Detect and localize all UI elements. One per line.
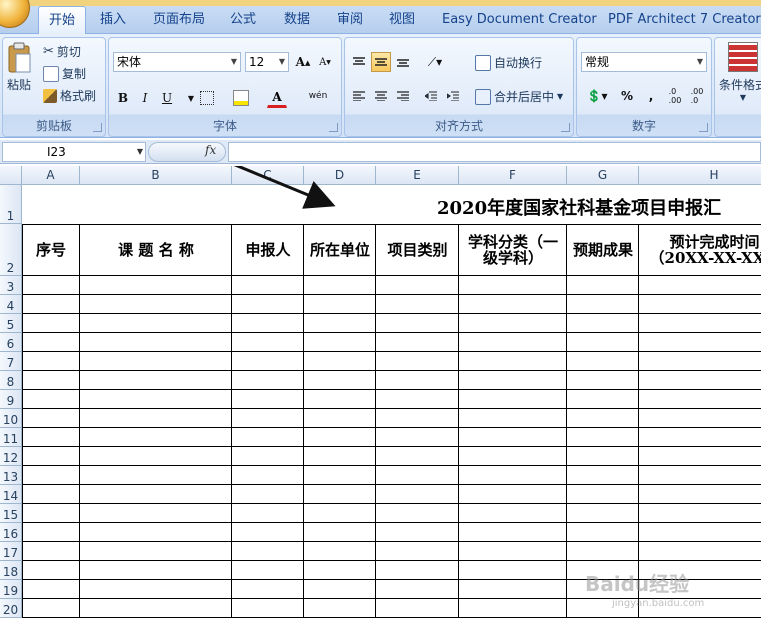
watermark-brand: Baidu经验 (585, 572, 690, 596)
decrease-indent-icon[interactable] (421, 86, 441, 106)
wrap-text-label: 自动换行 (494, 56, 543, 70)
increase-indent-icon[interactable] (443, 86, 463, 106)
tab-insert[interactable]: 插入 (100, 6, 126, 34)
worksheet-grid[interactable]: ABCDEFGH 1 2 3 4 5 6 7 8 9 10 11 12 13 14 15 16 17 18 19 20… (0, 166, 761, 639)
align-bottom-icon[interactable] (393, 52, 413, 72)
align-right-icon[interactable] (393, 86, 413, 106)
tab-pdf-architect[interactable]: PDF Architect 7 Creator (608, 6, 761, 34)
chevron-down-icon[interactable]: ▼ (557, 92, 563, 101)
align-middle-icon[interactable] (371, 52, 391, 72)
clipboard-group: 粘贴 ✂ 剪切 复制 格式刷 剪贴板 (2, 37, 106, 137)
shrink-font-icon[interactable]: A ▼ (315, 52, 335, 72)
font-name-value: 宋体 (117, 55, 142, 69)
italic-button[interactable]: I (135, 88, 155, 108)
format-painter-button[interactable]: 格式刷 (43, 87, 96, 104)
ribbon: 粘贴 ✂ 剪切 复制 格式刷 剪贴板 宋体 ▼ 12 ▼ A ▲ A ▼ B I U ▼ … (0, 34, 761, 138)
align-center-icon[interactable] (371, 86, 391, 106)
number-launcher-icon[interactable] (699, 123, 708, 132)
merge-center-button[interactable]: 合并后居中 ▼ (475, 88, 563, 105)
format-painter-label: 格式刷 (60, 89, 97, 103)
paste-label: 粘贴 (6, 78, 31, 92)
formula-input[interactable] (228, 142, 761, 162)
paste-button[interactable]: 粘贴 (5, 42, 33, 93)
name-box-value: I23 (47, 145, 66, 159)
number-format-value: 常规 (585, 55, 610, 69)
paintbrush-icon (43, 88, 57, 103)
wrap-text-icon (475, 54, 491, 71)
paste-icon (8, 42, 31, 73)
increase-decimal-icon[interactable]: .0.00 (665, 86, 685, 106)
clipboard-group-label: 剪贴板 (35, 119, 72, 133)
phonetic-guide-button[interactable]: wén (305, 86, 331, 106)
name-box[interactable]: I23 ▼ (2, 142, 146, 162)
alignment-group-label: 对齐方式 (434, 119, 483, 133)
copy-icon (43, 65, 59, 82)
chevron-down-icon: ▼ (696, 57, 703, 66)
tab-home[interactable]: 开始 (38, 6, 87, 36)
tab-easy-document-creator[interactable]: Easy Document Creator (442, 6, 597, 34)
number-group-label: 数字 (631, 119, 656, 133)
font-color-button[interactable]: A (267, 88, 287, 108)
conditional-formatting-button[interactable]: 条件格式 ▼ (719, 42, 761, 102)
merge-center-label: 合并后居中 (494, 90, 555, 104)
copy-label: 复制 (62, 67, 87, 81)
cut-label: 剪切 (56, 45, 81, 59)
tab-view[interactable]: 视图 (389, 6, 415, 34)
font-launcher-icon[interactable] (329, 123, 338, 132)
grow-font-icon[interactable]: A ▲ (293, 52, 313, 72)
decrease-decimal-icon[interactable]: .00.0 (687, 86, 707, 106)
bold-button[interactable]: B (113, 88, 133, 108)
watermark-url: jingyan.baidu.com (612, 598, 705, 609)
wrap-text-button[interactable]: 自动换行 (475, 54, 542, 71)
borders-button[interactable] (197, 88, 217, 108)
align-top-icon[interactable] (349, 52, 369, 72)
underline-button[interactable]: U (157, 88, 177, 108)
tab-formulas[interactable]: 公式 (230, 6, 256, 34)
styles-group: 条件格式 ▼ (714, 37, 761, 137)
conditional-formatting-icon (728, 42, 758, 72)
orientation-icon[interactable]: ⟋▾ (421, 52, 449, 72)
alignment-group: ⟋▾ 自动换行 合并后居中 ▼ 对齐方式 (344, 37, 574, 137)
font-group: 宋体 ▼ 12 ▼ A ▲ A ▼ B I U ▼ A wén 字体 (108, 37, 342, 137)
tab-data[interactable]: 数据 (284, 6, 310, 34)
align-left-icon[interactable] (349, 86, 369, 106)
number-format-select[interactable]: 常规 ▼ (581, 52, 707, 72)
copy-button[interactable]: 复制 (43, 65, 86, 82)
tab-review[interactable]: 审阅 (337, 6, 363, 34)
comma-style-button[interactable]: , (641, 86, 661, 106)
font-size-select[interactable]: 12 ▼ (245, 52, 289, 72)
accounting-format-icon[interactable]: 💲▾ (581, 86, 613, 106)
number-group: 常规 ▼ 💲▾ % , .0.00 .00.0 数字 (576, 37, 712, 137)
scissors-icon: ✂ (43, 44, 54, 59)
fill-color-button[interactable] (231, 88, 251, 108)
merge-cells-icon (475, 88, 491, 105)
clipboard-launcher-icon[interactable] (93, 123, 102, 132)
conditional-formatting-label: 条件格式 (719, 78, 761, 92)
font-size-value: 12 (249, 55, 265, 69)
paint-bucket-icon (233, 90, 249, 106)
chevron-down-icon: ▼ (739, 93, 747, 102)
chevron-down-icon: ▼ (230, 57, 237, 66)
font-name-select[interactable]: 宋体 ▼ (113, 52, 241, 72)
phonetic-label: wén (308, 91, 328, 101)
cut-button[interactable]: ✂ 剪切 (43, 43, 81, 60)
borders-icon (200, 91, 214, 105)
chevron-down-icon[interactable]: ▼ (137, 143, 143, 161)
font-group-label: 字体 (212, 119, 237, 133)
percent-button[interactable]: % (617, 86, 637, 106)
chevron-down-icon: ▼ (278, 57, 285, 66)
insert-function-icon[interactable]: fx (205, 143, 216, 157)
ribbon-tab-bar: 开始 插入 页面布局 公式 数据 审阅 视图 Easy Document Cre… (0, 6, 761, 36)
alignment-launcher-icon[interactable] (561, 123, 570, 132)
tab-page-layout[interactable]: 页面布局 (153, 6, 205, 34)
